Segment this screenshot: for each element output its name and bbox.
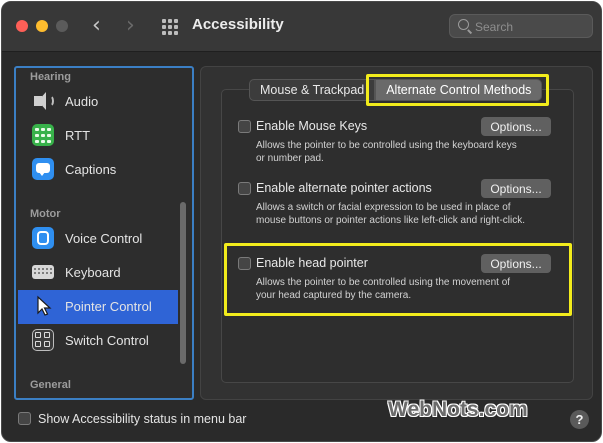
sidebar-item-label: RTT [65,128,91,143]
tab-highlight-box [366,74,549,106]
sidebar-item-label: Switch Control [65,333,149,348]
sidebar-section-motor: Motor [30,208,61,220]
sidebar-item-label: Keyboard [65,265,121,280]
title-bar: ‹ › Accessibility [2,2,601,52]
switch-control-icon [32,329,54,351]
minimize-window-button[interactable] [36,20,48,32]
speaker-icon [32,90,54,112]
show-status-menu-bar-label: Show Accessibility status in menu bar [38,412,247,426]
back-chevron-icon[interactable]: ‹ [92,14,101,38]
rtt-icon [32,124,54,146]
sidebar-scrollbar[interactable] [180,202,186,364]
alternate-pointer-actions-description: Allows a switch or facial expression to … [256,202,526,226]
options-box: Enable Mouse Keys Options... Allows the … [221,89,574,383]
mouse-keys-checkbox[interactable] [238,120,251,133]
mouse-keys-options-button[interactable]: Options... [481,117,551,136]
close-window-button[interactable] [16,20,28,32]
show-status-menu-bar-checkbox[interactable] [18,412,31,425]
sidebar-section-hearing: Hearing [30,71,71,83]
captions-icon [32,158,54,180]
main-panel: Enable Mouse Keys Options... Allows the … [200,66,593,400]
sidebar-item-label: Voice Control [65,231,143,246]
alternate-pointer-actions-title: Enable alternate pointer actions [256,181,432,195]
sidebar-item-audio[interactable]: Audio [18,85,178,119]
search-icon [458,19,469,30]
voice-control-icon [32,227,54,249]
sidebar-item-rtt[interactable]: RTT [18,119,178,153]
tab-mouse-trackpad[interactable]: Mouse & Trackpad [249,79,376,101]
sidebar: Hearing Audio RTT Captions Motor Voice C… [14,66,194,400]
alternate-pointer-options-button[interactable]: Options... [481,179,551,198]
sidebar-section-general: General [30,379,71,391]
pointer-icon [32,295,54,317]
system-preferences-window: ‹ › Accessibility Hearing Audio RTT [1,1,602,442]
sidebar-item-label: Captions [65,162,117,177]
zoom-window-button[interactable] [56,20,68,32]
sidebar-item-label: Pointer Control [65,299,152,314]
search-input[interactable] [475,18,587,35]
sidebar-item-captions[interactable]: Captions [18,153,178,187]
window-title: Accessibility [192,16,284,33]
sidebar-item-switch-control[interactable]: Switch Control [18,324,178,358]
search-box[interactable] [449,14,593,38]
forward-chevron-icon[interactable]: › [126,14,135,38]
sidebar-item-label: Audio [65,94,99,109]
mouse-keys-title: Enable Mouse Keys [256,119,368,133]
sidebar-item-voice-control[interactable]: Voice Control [18,222,178,256]
help-button[interactable]: ? [570,410,589,429]
show-all-grid-icon[interactable] [162,19,178,35]
head-pointer-highlight-box [224,243,572,316]
sidebar-item-keyboard[interactable]: Keyboard [18,256,178,290]
watermark-logo: WebNots.com [388,398,528,421]
sidebar-item-pointer-control[interactable]: Pointer Control [18,290,178,324]
alternate-pointer-actions-checkbox[interactable] [238,182,251,195]
keyboard-icon [32,265,54,279]
mouse-keys-description: Allows the pointer to be controlled usin… [256,140,517,164]
